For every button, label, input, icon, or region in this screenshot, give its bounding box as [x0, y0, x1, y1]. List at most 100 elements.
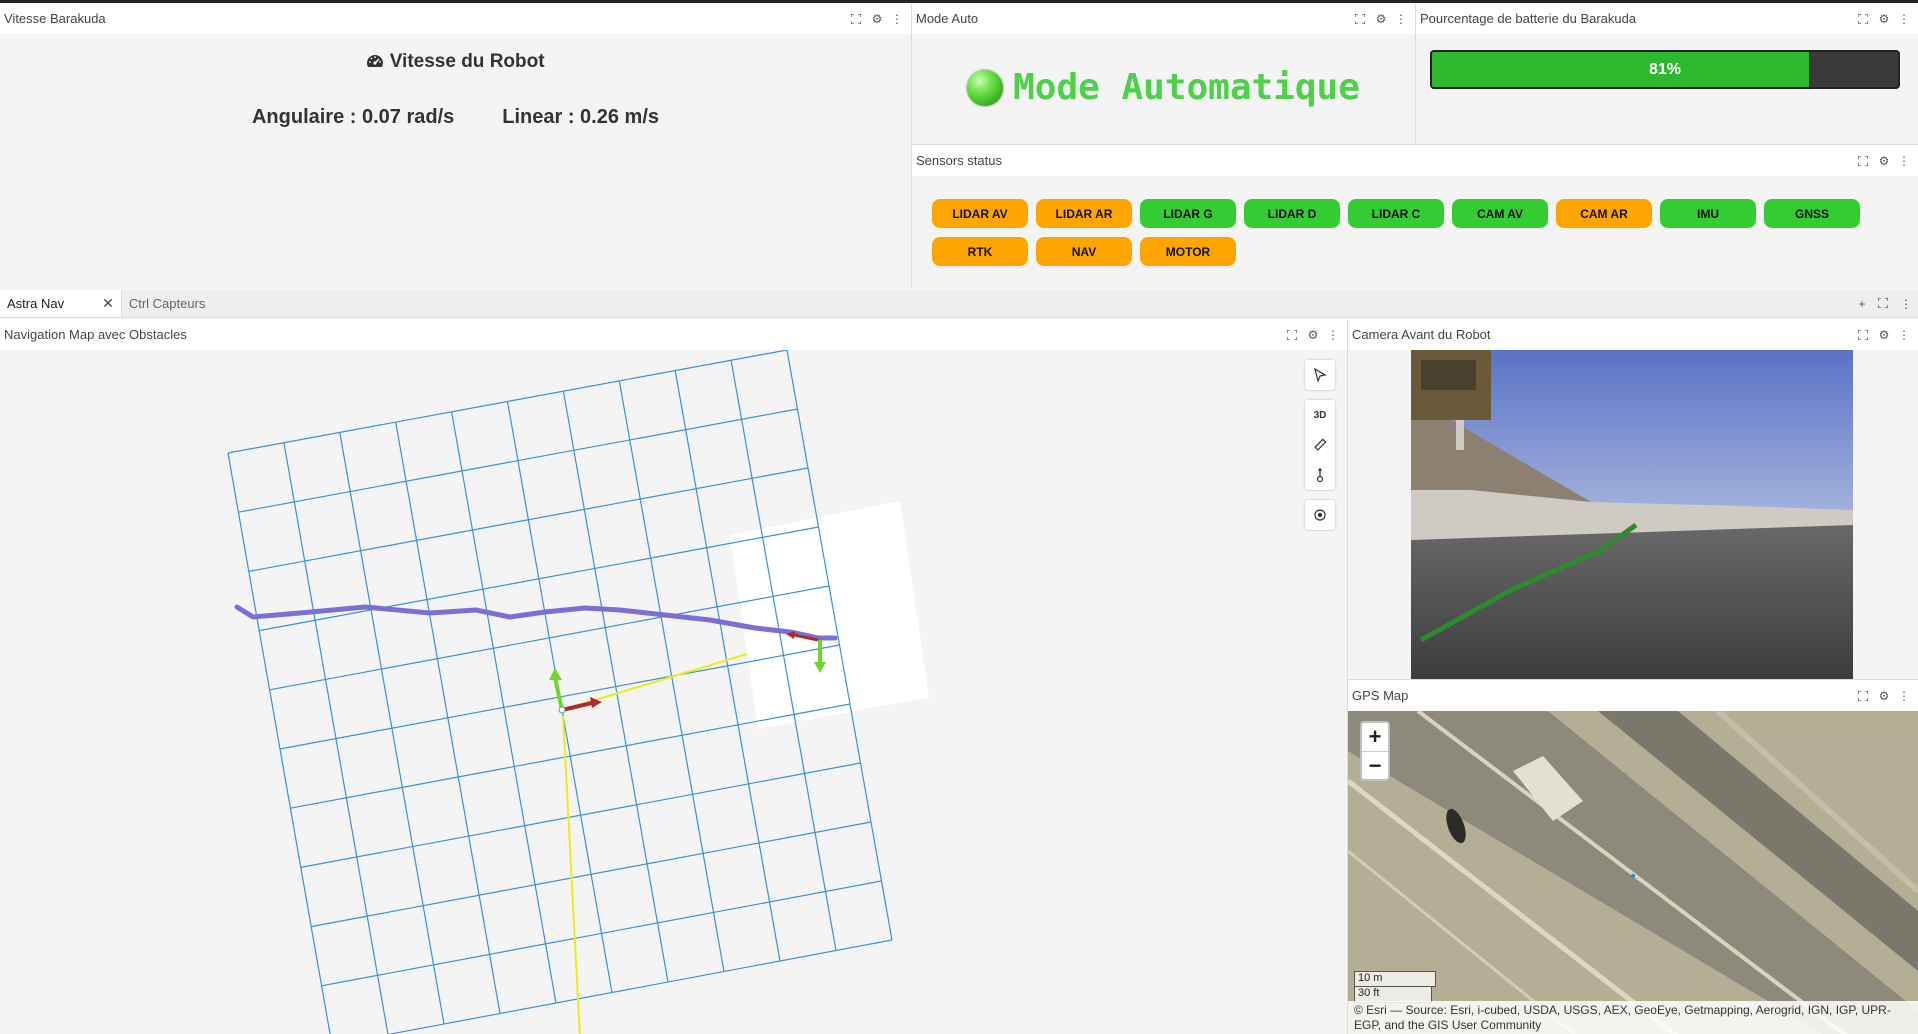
more-vertical-icon[interactable]: ⋮ — [1900, 298, 1912, 310]
target-icon[interactable] — [1305, 500, 1335, 530]
more-vertical-icon[interactable]: ⋮ — [1395, 13, 1407, 25]
sensor-badge-lidar-av: LIDAR AV — [932, 199, 1028, 228]
close-icon[interactable]: ✕ — [102, 295, 114, 312]
vitesse-panel: Vitesse Barakuda ⚙ ⋮ Vitesse du Robot An… — [0, 3, 911, 286]
tab-label: Ctrl Capteurs — [128, 296, 206, 311]
panel-title: Camera Avant du Robot — [1352, 327, 1491, 342]
mode-panel: Mode Auto ⚙ ⋮ Mode Automatique — [912, 3, 1415, 144]
panel-title: Mode Auto — [916, 11, 979, 26]
gear-icon[interactable]: ⚙ — [1878, 690, 1890, 702]
speedometer-icon — [366, 51, 389, 72]
gear-icon[interactable]: ⚙ — [1375, 13, 1387, 25]
sensor-badge-lidar-c: LIDAR C — [1348, 199, 1444, 228]
sensor-badge-motor: MOTOR — [1140, 237, 1236, 266]
sensor-badge-lidar-g: LIDAR G — [1140, 199, 1236, 228]
grid-line — [227, 452, 331, 1034]
sensor-badge-imu: IMU — [1660, 199, 1756, 228]
grid-line — [321, 880, 882, 987]
gear-icon[interactable]: ⚙ — [1878, 329, 1890, 341]
panel-title: Vitesse Barakuda — [4, 11, 106, 26]
panel-title: GPS Map — [1352, 688, 1409, 703]
panel-header: Camera Avant du Robot ⚙ ⋮ — [1348, 319, 1918, 350]
grid-line — [562, 391, 669, 983]
ruler-icon[interactable] — [1305, 430, 1335, 460]
sensor-badge-lidar-d: LIDAR D — [1244, 199, 1340, 228]
speed-title-text: Vitesse du Robot — [389, 51, 545, 72]
more-vertical-icon[interactable]: ⋮ — [1898, 13, 1910, 25]
fullscreen-icon[interactable] — [851, 13, 863, 24]
y-axis-arrow — [553, 677, 564, 711]
sensor-badge-nav: NAV — [1036, 237, 1132, 266]
panel-header: Pourcentage de batterie du Barakuda ⚙ ⋮ — [1416, 3, 1918, 34]
more-vertical-icon[interactable]: ⋮ — [1327, 329, 1339, 341]
3d-scene[interactable] — [0, 350, 1347, 1034]
tab-astra-nav[interactable]: Astra Nav ✕ — [0, 290, 122, 317]
cursor-arrow-icon[interactable] — [1305, 360, 1335, 390]
speed-values: Angulaire : 0.07 rad/s Linear : 0.26 m/s — [0, 106, 911, 129]
battery-bar: 81% — [1430, 50, 1900, 89]
panel-title: Sensors status — [916, 153, 1002, 168]
mode-text: Mode Automatique — [1013, 67, 1360, 108]
fullscreen-icon[interactable] — [1858, 690, 1870, 701]
zoom-control: + − — [1360, 721, 1390, 781]
map-toolbar-center — [1305, 500, 1335, 530]
x-axis-arrow — [561, 701, 593, 712]
fullscreen-icon[interactable] — [1858, 329, 1870, 340]
nav-map-panel: Navigation Map avec Obstacles ⚙ ⋮ 3D — [0, 319, 1347, 1034]
panel-header: Vitesse Barakuda ⚙ ⋮ — [0, 3, 911, 34]
sensors-panel: Sensors status ⚙ ⋮ LIDAR AV LIDAR AR LIDAR… — [912, 145, 1918, 287]
tab-ctrl-capteurs[interactable]: Ctrl Capteurs — [122, 290, 213, 317]
fullscreen-icon[interactable] — [1878, 298, 1890, 310]
pin-icon[interactable] — [1305, 460, 1335, 490]
map-toolbar-tools: 3D — [1305, 400, 1335, 490]
fullscreen-icon[interactable] — [1355, 13, 1367, 24]
gear-icon[interactable]: ⚙ — [1878, 155, 1890, 167]
zoom-out-button[interactable]: − — [1362, 751, 1388, 779]
origin-marker — [558, 706, 566, 714]
zoom-in-button[interactable]: + — [1362, 723, 1388, 751]
sensor-list: LIDAR AV LIDAR AR LIDAR G LIDAR D LIDAR C CAM… — [932, 199, 1872, 266]
more-vertical-icon[interactable]: ⋮ — [1898, 690, 1910, 702]
grid-line — [290, 703, 851, 809]
more-vertical-icon[interactable]: ⋮ — [1898, 329, 1910, 341]
tab-label: Astra Nav — [7, 296, 65, 311]
sensor-badge-cam-av: CAM AV — [1452, 199, 1548, 228]
fullscreen-icon[interactable] — [1858, 155, 1870, 166]
gps-panel: GPS Map ⚙ ⋮ + − 10 m 30 ft © Esri — Sour… — [1348, 680, 1918, 1034]
more-vertical-icon[interactable]: ⋮ — [891, 13, 903, 25]
gear-icon[interactable]: ⚙ — [1878, 13, 1890, 25]
satellite-map[interactable]: + − 10 m 30 ft © Esri — Source: Esri, i-… — [1348, 711, 1918, 1034]
sensor-badge-gnss: GNSS — [1764, 199, 1860, 228]
more-vertical-icon[interactable]: ⋮ — [1898, 155, 1910, 167]
sensor-badge-cam-ar: CAM AR — [1556, 199, 1652, 228]
battery-panel: Pourcentage de batterie du Barakuda ⚙ ⋮ … — [1416, 3, 1918, 144]
panel-header: Navigation Map avec Obstacles ⚙ ⋮ — [0, 319, 1347, 350]
grid-line — [311, 821, 872, 928]
add-tab-icon[interactable]: + — [1856, 298, 1868, 310]
linear-speed: Linear : 0.26 m/s — [502, 106, 660, 128]
grid-line — [300, 762, 861, 868]
panel-title: Navigation Map avec Obstacles — [4, 327, 187, 342]
map-toolbar-select — [1305, 360, 1335, 390]
status-light-icon — [967, 69, 1004, 106]
view-3d-button[interactable]: 3D — [1305, 400, 1335, 430]
panel-header: Sensors status ⚙ ⋮ — [912, 145, 1918, 176]
panel-title: Pourcentage de batterie du Barakuda — [1420, 11, 1637, 26]
sensor-badge-rtk: RTK — [932, 237, 1028, 266]
speed-title: Vitesse du Robot — [0, 51, 911, 73]
grid-line — [387, 939, 893, 1034]
scale-metric: 10 m — [1354, 971, 1436, 987]
camera-feed — [1411, 350, 1853, 679]
gear-icon[interactable]: ⚙ — [871, 13, 883, 25]
y-axis-head — [549, 668, 562, 680]
panel-header: GPS Map ⚙ ⋮ — [1348, 680, 1918, 711]
obstacle-patch — [730, 501, 929, 729]
fullscreen-icon[interactable] — [1858, 13, 1870, 24]
tab-bar: Astra Nav ✕ Ctrl Capteurs + ⋮ — [0, 290, 1918, 318]
map-attribution: © Esri — Source: Esri, i-cubed, USDA, US… — [1348, 1001, 1918, 1034]
battery-label: 81% — [1648, 60, 1682, 78]
sensor-badge-lidar-ar: LIDAR AR — [1036, 199, 1132, 228]
gear-icon[interactable]: ⚙ — [1307, 329, 1319, 341]
camera-panel: Camera Avant du Robot ⚙ ⋮ — [1348, 319, 1918, 679]
fullscreen-icon[interactable] — [1287, 329, 1299, 340]
